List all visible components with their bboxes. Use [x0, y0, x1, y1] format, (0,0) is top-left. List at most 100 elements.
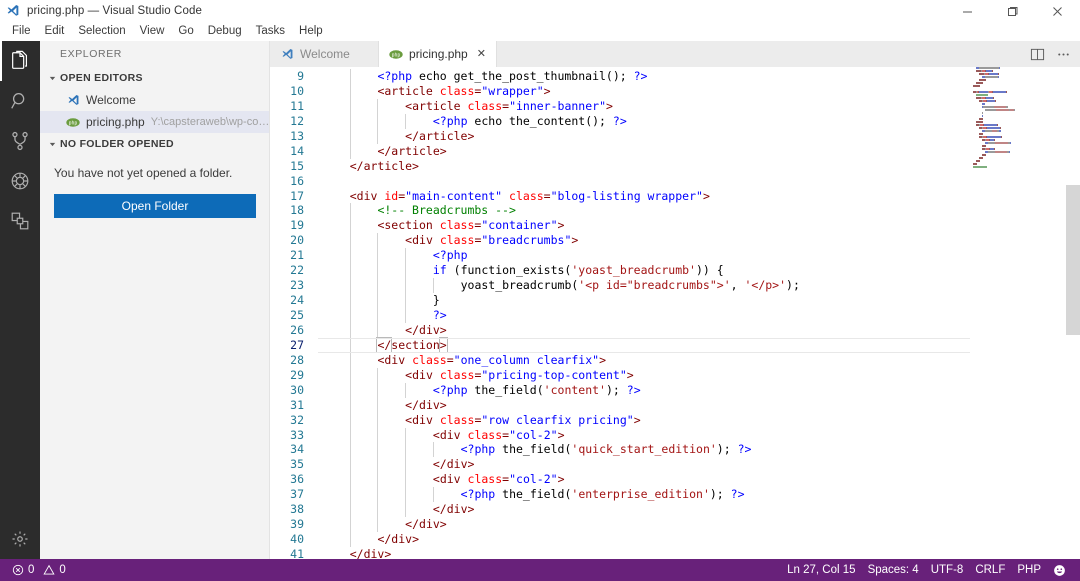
code-line[interactable]: 36 <div class="col-2"> [270, 472, 1080, 488]
editor-scrollbar[interactable] [1066, 67, 1080, 559]
code-line[interactable]: 31 </div> [270, 397, 1080, 413]
code-line[interactable]: 37 <?php the_field('enterprise_edition');… [270, 487, 1080, 503]
code-content[interactable]: 9 <?php echo get_the_post_thumbnail(); ?>… [270, 67, 1080, 559]
code-line[interactable]: 33 <div class="col-2"> [270, 427, 1080, 443]
ellipsis-icon[interactable] [1050, 41, 1076, 67]
code-line[interactable]: 20 <div class="breadcrumbs"> [270, 233, 1080, 249]
close-icon[interactable] [1035, 0, 1080, 22]
code-line[interactable]: 12 <?php echo the_content(); ?> [270, 113, 1080, 129]
maximize-icon[interactable] [990, 0, 1035, 22]
editor-scroll-region[interactable]: 9 <?php echo get_the_post_thumbnail(); ?>… [270, 67, 1080, 559]
tab-pricing-php[interactable]: php pricing.php ✕ [379, 41, 497, 67]
menu-edit[interactable]: Edit [38, 22, 72, 41]
code-text[interactable]: ?> [318, 308, 1080, 323]
activity-item-source-control[interactable] [0, 121, 40, 161]
menu-debug[interactable]: Debug [201, 22, 249, 41]
code-text[interactable]: </article> [318, 143, 1080, 159]
status-encoding[interactable]: UTF-8 [925, 559, 970, 581]
code-line[interactable]: 39 </div> [270, 517, 1080, 533]
code-line[interactable]: 27 </section> [270, 336, 1080, 353]
activity-item-extensions[interactable] [0, 201, 40, 241]
activity-item-manage[interactable] [0, 519, 40, 559]
code-line[interactable]: 21 <?php [270, 248, 1080, 264]
code-text[interactable]: if (function_exists('yoast_breadcrumb'))… [318, 263, 1080, 279]
minimap[interactable] [970, 67, 1066, 559]
smiley-icon[interactable] [1047, 559, 1072, 581]
code-text[interactable]: </article> [318, 159, 1080, 174]
code-text[interactable]: </div> [318, 502, 1080, 518]
tab-close-icon[interactable]: ✕ [477, 48, 486, 60]
code-line[interactable]: 35 </div> [270, 457, 1080, 473]
code-line[interactable]: 17 <div id="main-content" class="blog-lis… [270, 189, 1080, 204]
code-line[interactable]: 24} [270, 293, 1080, 309]
code-line[interactable]: 25 ?> [270, 308, 1080, 323]
code-text[interactable]: <!-- Breadcrumbs --> [318, 203, 1080, 219]
code-text[interactable]: <?php the_field('content'); ?> [318, 382, 1080, 398]
status-eol[interactable]: CRLF [969, 559, 1011, 581]
menu-selection[interactable]: Selection [71, 22, 132, 41]
code-text[interactable]: <div class="one_column clearfix"> [318, 352, 1080, 368]
activity-item-explorer[interactable] [0, 41, 40, 81]
scrollbar-thumb[interactable] [1066, 185, 1080, 335]
code-text[interactable]: <div class="pricing-top-content"> [318, 367, 1080, 383]
code-line[interactable]: 19 <section class="container"> [270, 218, 1080, 234]
code-text[interactable]: } [318, 293, 1080, 309]
code-line[interactable]: 26 </div> [270, 322, 1080, 338]
code-text[interactable]: </div> [318, 547, 1080, 559]
code-line[interactable]: 11 <article class="inner-banner"> [270, 98, 1080, 114]
status-language-mode[interactable]: PHP [1011, 559, 1047, 581]
code-editor[interactable]: 9 <?php echo get_the_post_thumbnail(); ?>… [270, 67, 1080, 559]
menu-go[interactable]: Go [171, 22, 200, 41]
tab-welcome[interactable]: Welcome ✕ [270, 41, 380, 67]
menu-tasks[interactable]: Tasks [249, 22, 292, 41]
code-text[interactable]: </section> [318, 336, 1080, 353]
code-line[interactable]: 14 </article> [270, 143, 1080, 159]
code-line[interactable]: 18 <!-- Breadcrumbs --> [270, 203, 1080, 219]
menu-help[interactable]: Help [292, 22, 330, 41]
code-text[interactable]: <article class="wrapper"> [318, 83, 1080, 99]
code-text[interactable]: <?php the_field('quick_start_edition'); … [318, 442, 1080, 458]
code-line[interactable]: 9 <?php echo get_the_post_thumbnail(); ?> [270, 69, 1080, 84]
open-editor-welcome[interactable]: Welcome [40, 89, 270, 111]
minimize-icon[interactable] [945, 0, 990, 22]
code-text[interactable]: <?php [318, 248, 1080, 264]
activity-item-search[interactable] [0, 81, 40, 121]
open-folder-button[interactable]: Open Folder [54, 193, 256, 218]
code-text[interactable]: yoast_breadcrumb('<p id="breadcrumbs">',… [318, 278, 1080, 294]
code-text[interactable]: <?php the_field('enterprise_edition'); ?… [318, 487, 1080, 503]
code-line[interactable]: 40 </div> [270, 532, 1080, 548]
code-text[interactable]: </div> [318, 532, 1080, 548]
code-line[interactable]: 23 yoast_breadcrumb('<p id="breadcrumbs">… [270, 278, 1080, 294]
status-problems[interactable]: 0 0 [6, 559, 72, 581]
code-line[interactable]: 15 </article> [270, 159, 1080, 174]
menu-file[interactable]: File [5, 22, 38, 41]
code-text[interactable]: </div> [318, 457, 1080, 473]
status-indentation[interactable]: Spaces: 4 [862, 559, 925, 581]
code-text[interactable]: <div class="row clearfix pricing"> [318, 412, 1080, 428]
code-line[interactable]: 10 <article class="wrapper"> [270, 83, 1080, 99]
section-no-folder-opened[interactable]: NO FOLDER OPENED [40, 133, 270, 155]
code-text[interactable]: <article class="inner-banner"> [318, 98, 1080, 114]
activity-item-debug[interactable] [0, 161, 40, 201]
code-text[interactable]: </article> [318, 128, 1080, 144]
code-line[interactable]: 29 <div class="pricing-top-content"> [270, 367, 1080, 383]
code-text[interactable]: </div> [318, 397, 1080, 413]
code-line[interactable]: 16 [270, 174, 1080, 189]
code-line[interactable]: 30 <?php the_field('content'); ?> [270, 382, 1080, 398]
code-line[interactable]: 22 if (function_exists('yoast_breadcrumb'… [270, 263, 1080, 279]
menu-view[interactable]: View [133, 22, 172, 41]
open-editor-pricing-php[interactable]: php pricing.php Y:\capsteraweb\wp-conten… [40, 111, 270, 133]
status-cursor-position[interactable]: Ln 27, Col 15 [781, 559, 861, 581]
code-line[interactable]: 28 <div class="one_column clearfix"> [270, 352, 1080, 368]
code-line[interactable]: 34 <?php the_field('quick_start_edition')… [270, 442, 1080, 458]
code-line[interactable]: 32 <div class="row clearfix pricing"> [270, 412, 1080, 428]
section-open-editors[interactable]: OPEN EDITORS [40, 67, 270, 89]
split-editor-icon[interactable] [1024, 41, 1050, 67]
code-text[interactable]: <?php echo the_content(); ?> [318, 113, 1080, 129]
code-text[interactable]: <div class="breadcrumbs"> [318, 233, 1080, 249]
code-text[interactable]: <div class="col-2"> [318, 427, 1080, 443]
code-text[interactable]: <section class="container"> [318, 218, 1080, 234]
code-text[interactable]: <div id="main-content" class="blog-listi… [318, 189, 1080, 204]
code-line[interactable]: 41 </div> [270, 547, 1080, 559]
code-line[interactable]: 13 </article> [270, 128, 1080, 144]
